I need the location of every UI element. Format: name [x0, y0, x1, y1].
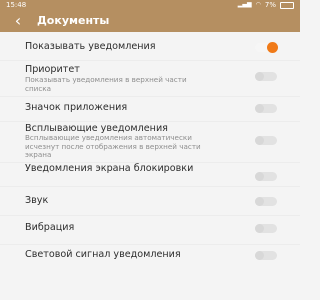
toggle-knob: [267, 42, 278, 53]
status-bar: 15:48 ▂▄▆ ◠ 7%: [0, 0, 300, 10]
toggle-knob: [255, 72, 264, 81]
setting-subtitle: Всплывающие уведомления автоматически ис…: [25, 133, 201, 160]
setting-label: Звук: [25, 195, 49, 206]
setting-led-notification[interactable]: Световой сигнал уведомления: [0, 245, 300, 271]
setting-show-notifications[interactable]: Показывать уведомления: [0, 36, 300, 60]
vibration-toggle[interactable]: [255, 224, 277, 233]
priority-toggle[interactable]: [255, 72, 277, 81]
bottom-area: [0, 287, 300, 300]
setting-label: Уведомления экрана блокировки: [25, 163, 194, 174]
battery-icon: [280, 1, 294, 9]
app-header: ‹ Документы: [0, 10, 300, 32]
sound-toggle[interactable]: [255, 197, 277, 206]
show-notifications-toggle[interactable]: [255, 42, 278, 53]
setting-label: Вибрация: [25, 222, 75, 233]
page-title: Документы: [37, 14, 110, 27]
toggle-knob: [255, 197, 264, 206]
popup-notifications-toggle[interactable]: [255, 136, 277, 145]
app-badge-toggle[interactable]: [255, 104, 277, 113]
setting-label: Показывать уведомления: [25, 41, 156, 52]
setting-vibration[interactable]: Вибрация: [0, 216, 300, 244]
wifi-icon: ◠: [255, 1, 261, 8]
toggle-knob: [255, 136, 264, 145]
chevron-left-icon[interactable]: ‹: [10, 12, 26, 30]
lockscreen-toggle[interactable]: [255, 172, 277, 181]
toggle-knob: [255, 104, 264, 113]
toggle-knob: [255, 224, 264, 233]
led-toggle[interactable]: [255, 251, 277, 260]
setting-priority[interactable]: Приоритет Показывать уведомления в верхн…: [0, 61, 300, 95]
status-icons: ▂▄▆ ◠ 7%: [238, 0, 294, 10]
status-time: 15:48: [6, 1, 27, 9]
toggle-knob: [255, 251, 264, 260]
setting-popup-notifications[interactable]: Всплывающие уведомления Всплывающие увед…: [0, 122, 300, 162]
battery-percent: 7%: [264, 1, 276, 9]
toggle-knob: [255, 172, 264, 181]
signal-icon: ▂▄▆: [237, 1, 252, 8]
setting-subtitle: Показывать уведомления в верхней части с…: [25, 75, 187, 93]
setting-app-badge[interactable]: Значок приложения: [0, 97, 300, 121]
setting-sound[interactable]: Звук: [0, 187, 300, 215]
setting-label: Значок приложения: [25, 102, 128, 113]
setting-label: Световой сигнал уведомления: [25, 249, 181, 260]
